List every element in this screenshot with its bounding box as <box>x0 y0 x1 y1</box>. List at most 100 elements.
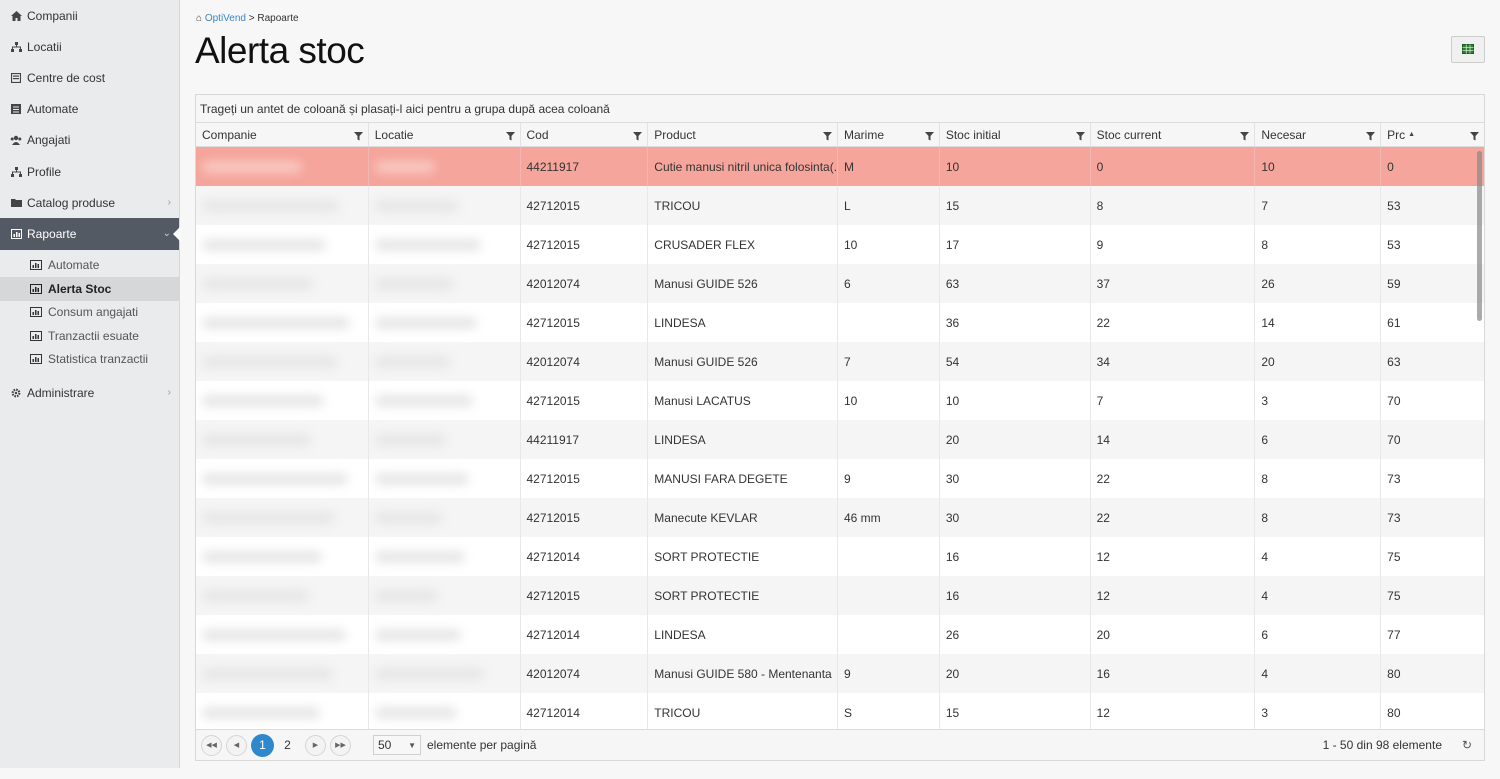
cell-initial: 20 <box>940 420 1091 459</box>
redacted-blur <box>202 667 333 680</box>
table-row[interactable]: 42712014 SORT PROTECTIE 16 12 4 75 <box>196 537 1484 576</box>
table-row[interactable]: 44211917 Cutie manusi nitril unica folosi… <box>196 147 1484 186</box>
grid-body[interactable]: 44211917 Cutie manusi nitril unica folosi… <box>196 147 1484 730</box>
filter-icon[interactable] <box>823 130 832 144</box>
sidebar-item-administrare[interactable]: Administrare › <box>0 377 179 408</box>
filter-icon[interactable] <box>505 130 515 144</box>
redacted-blur <box>374 199 458 212</box>
sidebar-item-label: Catalog produse <box>27 195 116 210</box>
filter-icon[interactable] <box>1075 130 1085 144</box>
sidebar-item-catalog-produse[interactable]: Catalog produse › <box>0 187 179 218</box>
refresh-icon[interactable]: ↻ <box>1462 738 1472 752</box>
table-row[interactable]: 42712014 TRICOU S 15 12 3 80 <box>196 693 1484 730</box>
sidebar-subitem-statistica-tranzactii[interactable]: Statistica tranzactii <box>0 348 179 372</box>
prev-page-button[interactable]: ◀ <box>226 734 247 756</box>
redacted-location-cell <box>369 381 521 420</box>
page-1-button[interactable]: 1 <box>251 733 274 757</box>
cell-product: Manecute KEVLAR <box>648 498 838 537</box>
column-header[interactable]: Product <box>648 123 838 146</box>
cell-marime <box>838 615 940 654</box>
redacted-company-cell <box>196 576 369 615</box>
table-row[interactable]: 42712015 LINDESA 36 22 14 61 <box>196 303 1484 342</box>
column-header[interactable]: Necesar <box>1255 123 1382 146</box>
cell-current: 0 <box>1091 147 1256 186</box>
table-row[interactable]: 42712015 MANUSI FARA DEGETE 9 30 22 8 73 <box>196 459 1484 498</box>
table-row[interactable]: 42712015 TRICOU L 15 8 7 53 <box>196 186 1484 225</box>
table-row[interactable]: 42712015 Manusi LACATUS 10 10 7 3 70 <box>196 381 1484 420</box>
filter-icon[interactable] <box>353 130 363 144</box>
sidebar-item-automate[interactable]: Automate <box>0 94 179 125</box>
first-page-button[interactable]: ◀◀ <box>201 734 222 756</box>
cell-current: 9 <box>1091 225 1256 264</box>
sidebar-subitem-alerta-stoc[interactable]: Alerta Stoc <box>0 277 179 301</box>
table-row[interactable]: 42712015 CRUSADER FLEX 10 17 9 8 53 <box>196 225 1484 264</box>
cell-product: LINDESA <box>648 615 838 654</box>
last-page-icon: ▶▶ <box>335 742 346 749</box>
last-page-button[interactable]: ▶▶ <box>330 734 351 756</box>
table-row[interactable]: 42712015 Manecute KEVLAR 46 mm 30 22 8 73 <box>196 498 1484 537</box>
redacted-blur <box>202 238 326 251</box>
column-header[interactable]: Stoc current <box>1091 123 1256 146</box>
filter-icon[interactable] <box>1470 130 1480 144</box>
pager-info: 1 - 50 din 98 elemente <box>1322 738 1442 752</box>
redacted-blur <box>202 433 311 446</box>
table-row[interactable]: 42712015 SORT PROTECTIE 16 12 4 75 <box>196 576 1484 615</box>
cell-product: SORT PROTECTIE <box>648 576 838 615</box>
table-row[interactable]: 42712014 LINDESA 26 20 6 77 <box>196 615 1484 654</box>
group-drop-area[interactable]: Trageți un antet de coloană și plasați-l… <box>196 95 1484 123</box>
redacted-blur <box>202 706 320 719</box>
chevron-down-icon: ⌄ <box>162 228 171 240</box>
breadcrumb-link-home[interactable]: OptiVend <box>205 13 246 24</box>
sidebar-item-angajati[interactable]: Angajati <box>0 125 179 156</box>
sidebar-item-centre-de-cost[interactable]: Centre de cost <box>0 62 179 93</box>
redacted-company-cell <box>196 147 369 186</box>
cell-current: 34 <box>1091 342 1256 381</box>
sidebar-subitem-tranzactii-esuate[interactable]: Tranzactii esuate <box>0 324 179 348</box>
column-header[interactable]: Cod <box>521 123 649 146</box>
page-size-select[interactable]: 50 ▼ <box>373 735 421 755</box>
column-header[interactable]: Companie <box>196 123 369 146</box>
redacted-blur <box>202 160 302 173</box>
export-excel-button[interactable] <box>1451 36 1485 63</box>
cell-initial: 63 <box>940 264 1091 303</box>
sidebar-item-rapoarte[interactable]: Rapoarte ⌄ <box>0 218 180 250</box>
table-row[interactable]: 42012074 Manusi GUIDE 526 7 54 34 20 63 <box>196 342 1484 381</box>
column-header[interactable]: Prc ▲ <box>1381 123 1484 146</box>
next-page-button[interactable]: ▶ <box>305 734 326 756</box>
column-header-label: Stoc initial <box>945 127 1001 142</box>
cell-current: 16 <box>1091 654 1256 693</box>
sidebar-item-locatii[interactable]: Locatii <box>0 31 179 62</box>
cell-cod: 42012074 <box>521 342 649 381</box>
sitemap-icon <box>9 166 23 177</box>
vertical-scrollbar[interactable] <box>1477 151 1482 321</box>
cell-cod: 42712015 <box>521 186 649 225</box>
filter-icon[interactable] <box>1240 130 1250 144</box>
filter-icon[interactable] <box>1366 130 1376 144</box>
page-2-button[interactable]: 2 <box>276 734 299 757</box>
sidebar-subitem-consum-angajati[interactable]: Consum angajati <box>0 301 179 325</box>
cell-cod: 44211917 <box>521 147 649 186</box>
table-row[interactable]: 42012074 Manusi GUIDE 580 - Mentenanta 9 20… <box>196 654 1484 693</box>
table-row[interactable]: 42012074 Manusi GUIDE 526 6 63 37 26 59 <box>196 264 1484 303</box>
column-header[interactable]: Marime <box>838 123 940 146</box>
cell-current: 12 <box>1091 693 1256 730</box>
breadcrumb: ⌂ OptiVend > Rapoarte <box>196 13 299 24</box>
redacted-blur <box>374 706 457 719</box>
redacted-location-cell <box>369 693 521 730</box>
cell-initial: 54 <box>940 342 1091 381</box>
column-header[interactable]: Locatie <box>369 123 521 146</box>
prev-page-icon: ◀ <box>233 742 240 749</box>
cell-cod: 42012074 <box>521 264 649 303</box>
sidebar-item-profile[interactable]: Profile <box>0 156 179 187</box>
filter-icon[interactable] <box>633 130 643 144</box>
sidebar-subitem-automate[interactable]: Automate <box>0 254 179 278</box>
cell-marime: 10 <box>838 381 940 420</box>
sidebar-subitem-label: Statistica tranzactii <box>48 352 149 367</box>
cell-product: Cutie manusi nitril unica folosinta(... <box>648 147 838 186</box>
table-row[interactable]: 44211917 LINDESA 20 14 6 70 <box>196 420 1484 459</box>
sidebar-item-companii[interactable]: Companii <box>0 0 179 31</box>
column-header[interactable]: Stoc initial <box>940 123 1091 146</box>
cell-current: 14 <box>1091 420 1256 459</box>
filter-icon[interactable] <box>924 130 934 144</box>
cell-cod: 42712014 <box>521 693 649 730</box>
